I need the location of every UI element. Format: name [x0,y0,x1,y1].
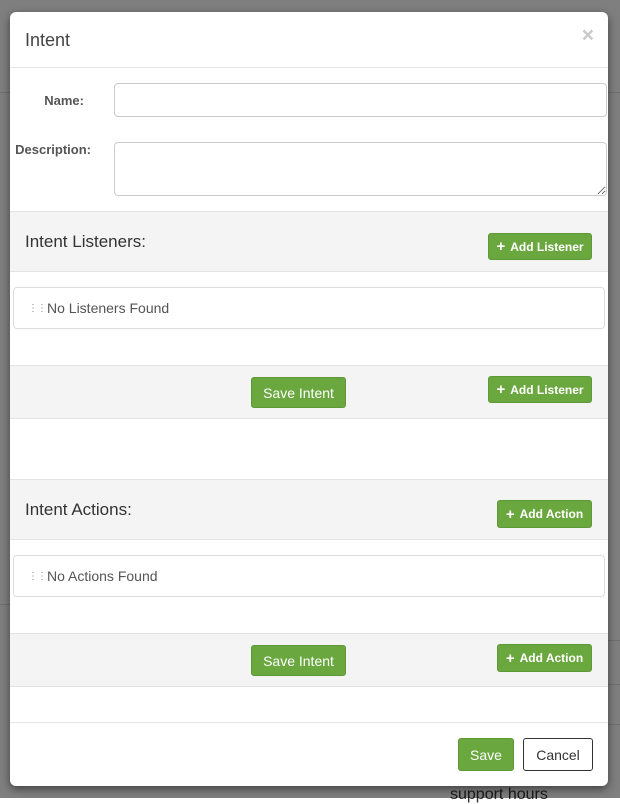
add-listener-button[interactable]: + Add Listener [488,376,592,403]
plus-icon: + [505,505,515,523]
listeners-title: Intent Listeners: [25,232,146,251]
add-action-button[interactable]: + Add Action [497,500,592,528]
add-listener-label: Add Listener [510,382,584,397]
save-intent-button[interactable]: Save Intent [251,645,346,676]
footer-divider [10,722,608,723]
intent-modal: Intent × Name: Description: Intent Liste… [10,12,608,786]
actions-header-bar: Intent Actions: + Add Action [10,479,608,540]
name-input[interactable] [114,83,607,117]
name-label: Name: [44,93,84,108]
actions-empty-text: No Actions Found [47,568,158,584]
drag-handle-icon[interactable]: ⋮⋮ [28,571,47,582]
listeners-footer-bar: Save Intent + Add Listener [10,365,608,419]
add-action-button[interactable]: + Add Action [497,644,592,672]
drag-handle-icon[interactable]: ⋮⋮ [28,303,47,314]
modal-header: Intent × [10,12,608,68]
listeners-empty-text: No Listeners Found [47,300,170,316]
add-listener-button[interactable]: + Add Listener [488,233,592,260]
add-listener-label: Add Listener [510,239,584,254]
modal-title: Intent [25,30,71,50]
save-intent-button[interactable]: Save Intent [251,377,346,408]
actions-list: ⋮⋮ No Actions Found [13,555,605,597]
listeners-list: ⋮⋮ No Listeners Found [13,287,605,329]
cancel-button[interactable]: Cancel [523,738,593,771]
plus-icon: + [496,381,506,398]
actions-footer-bar: Save Intent + Add Action [10,633,608,687]
actions-title: Intent Actions: [25,500,132,519]
save-button[interactable]: Save [458,738,514,771]
description-label: Description: [15,142,91,157]
close-icon[interactable]: × [582,25,594,46]
add-action-label: Add Action [519,507,584,521]
plus-icon: + [505,649,515,667]
plus-icon: + [496,238,506,255]
listeners-header-bar: Intent Listeners: + Add Listener [10,211,608,272]
description-textarea[interactable] [114,142,607,196]
add-action-label: Add Action [519,651,584,665]
